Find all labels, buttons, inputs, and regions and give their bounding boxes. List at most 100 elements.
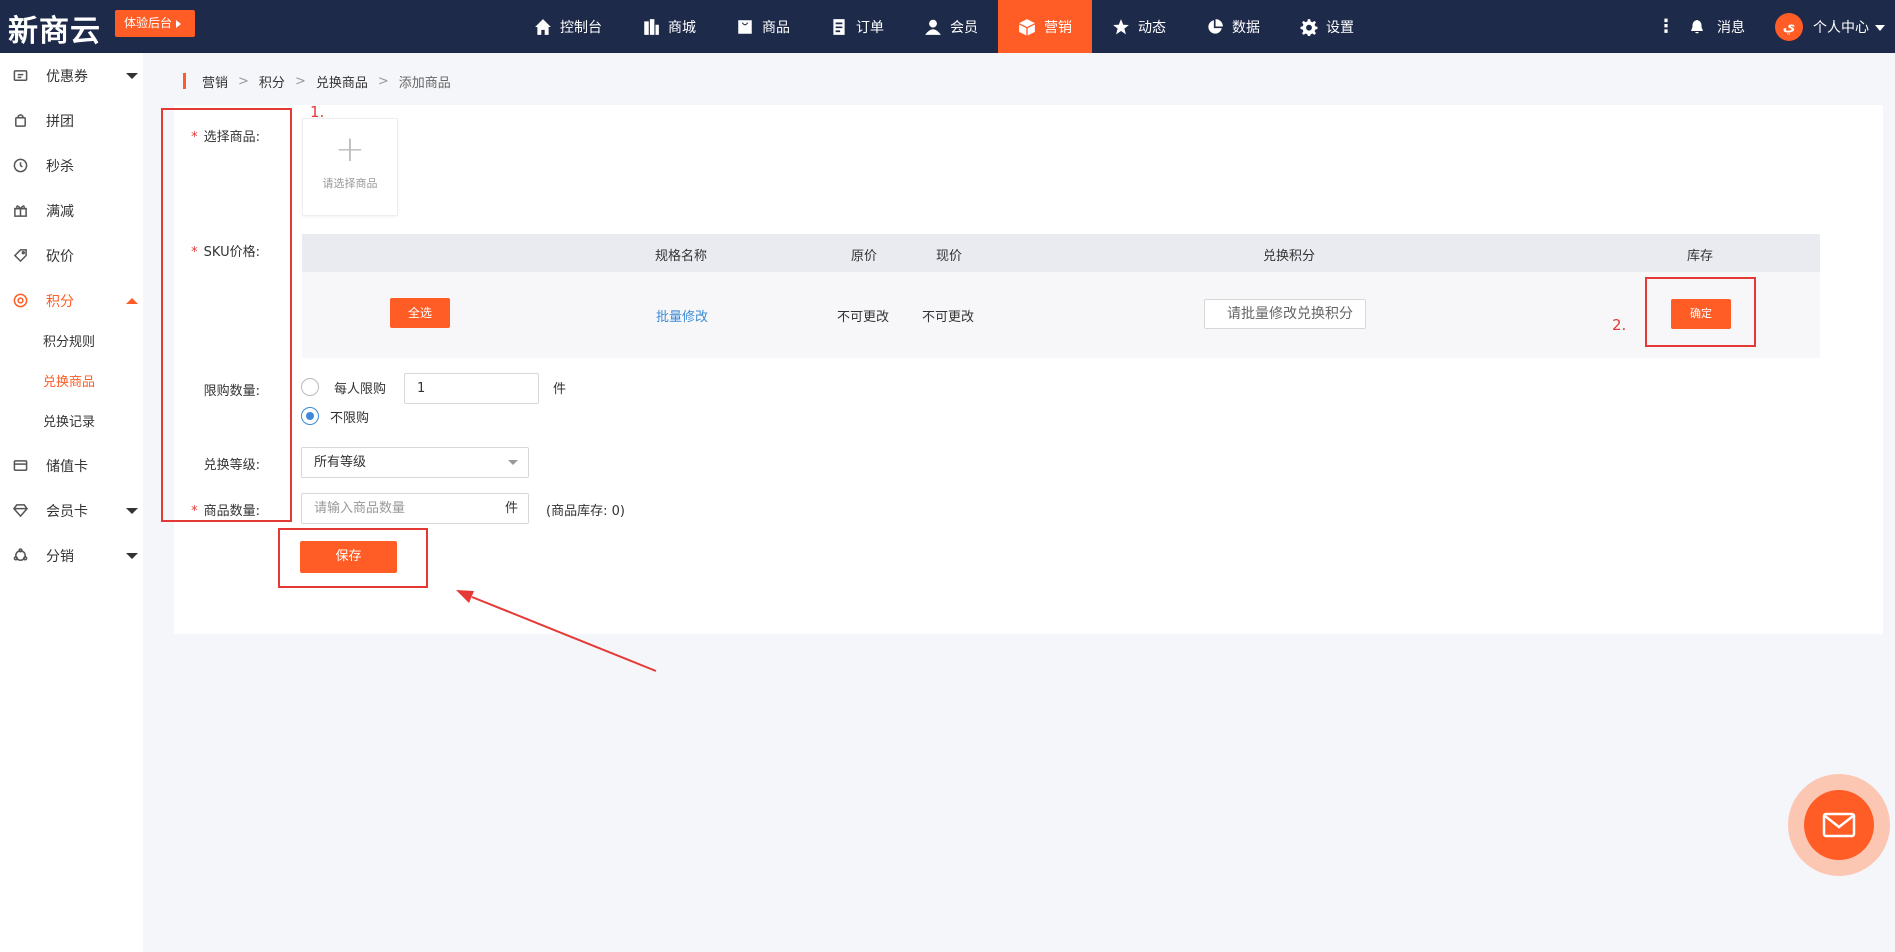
breadcrumb-current: 添加商品 — [398, 75, 451, 91]
floating-message-button[interactable] — [1788, 774, 1890, 876]
sidebar-item-bargain[interactable]: 砍价 — [0, 233, 143, 278]
coupon-icon — [13, 70, 28, 81]
limit-quantity-input[interactable]: 1 — [404, 373, 539, 404]
bargain-icon — [13, 249, 27, 263]
chevron-down-icon — [508, 460, 518, 465]
breadcrumb-exchange-goods[interactable]: 兑换商品 — [316, 72, 368, 91]
nav-data[interactable]: 数据 — [1186, 0, 1280, 53]
nav-marketing[interactable]: 营销 — [998, 0, 1092, 53]
pie-icon — [1208, 18, 1223, 34]
sidebar-item-label: 砍价 — [46, 248, 74, 265]
home-icon — [535, 18, 551, 35]
chevron-down-icon — [126, 553, 138, 559]
trial-backend-button[interactable]: 体验后台 — [115, 10, 195, 37]
nav-dashboard[interactable]: 控制台 — [514, 0, 622, 53]
select-all-button[interactable]: 全选 — [390, 298, 450, 328]
sidebar-item-points[interactable]: 积分 — [0, 278, 143, 323]
annotation-mark-1: 1. — [310, 103, 325, 121]
sidebar-item-label: 分销 — [46, 548, 74, 565]
nav-goods[interactable]: 商品 — [716, 0, 810, 53]
annotation-arrow — [456, 590, 657, 672]
current-price-value: 不可更改 — [922, 310, 975, 325]
sidebar-item-label: 会员卡 — [46, 503, 88, 520]
avatar[interactable]: ي — [1775, 12, 1803, 41]
main-nav: 控制台 商城 商品 订单 会员 营销 动态 数据 设置 — [514, 0, 1374, 53]
mail-icon — [1822, 812, 1856, 838]
store-icon — [644, 18, 659, 35]
batch-points-input[interactable]: 请批量修改兑换积分 — [1204, 299, 1366, 329]
top-navbar: 新商云 体验后台 控制台 商城 商品 订单 会员 营销 动态 数据 设置 ⋮ 消… — [0, 0, 1895, 53]
sidebar-subitem-exchange-goods[interactable]: 兑换商品 — [0, 363, 143, 403]
sidebar-item-flash-sale[interactable]: 秒杀 — [0, 143, 143, 188]
top-right-area: ⋮ 消息 ي 个人中心 — [1657, 0, 1885, 53]
select-goods-button[interactable]: + 请选择商品 — [302, 118, 398, 216]
nav-orders[interactable]: 订单 — [810, 0, 904, 53]
star-icon — [1113, 18, 1129, 34]
plus-icon: + — [334, 129, 366, 170]
sidebar-item-distribution[interactable]: 分销 — [0, 533, 143, 578]
column-header: 原价 — [851, 249, 878, 264]
column-header: 兑换积分 — [1263, 249, 1316, 264]
sidebar-item-label: 秒杀 — [46, 158, 74, 175]
chevron-down-icon — [126, 508, 138, 514]
messages-link[interactable]: 消息 — [1717, 17, 1745, 37]
user-center-label: 个人中心 — [1813, 19, 1869, 36]
points-icon — [13, 293, 28, 308]
annotation-box-confirm — [1645, 277, 1756, 347]
chevron-up-icon — [126, 298, 138, 304]
chevron-down-icon — [126, 73, 138, 79]
distribution-icon — [13, 548, 28, 561]
column-header: 规格名称 — [655, 249, 708, 264]
cube-icon — [1019, 18, 1035, 35]
nav-label: 营销 — [1044, 19, 1072, 36]
sidebar-item-stored-value-card[interactable]: 储值卡 — [0, 443, 143, 488]
flash-sale-icon — [13, 158, 28, 173]
goods-quantity-input[interactable]: 请输入商品数量 件 — [301, 493, 529, 524]
column-header: 库存 — [1687, 249, 1714, 264]
sku-table-header: 规格名称 原价 现价 兑换积分 库存 — [302, 234, 1820, 272]
more-icon[interactable]: ⋮ — [1657, 16, 1675, 37]
sidebar-item-coupons[interactable]: 优惠券 — [0, 53, 143, 98]
nav-label: 设置 — [1326, 19, 1354, 36]
breadcrumb-points[interactable]: 积分 — [259, 72, 285, 91]
sidebar-item-label: 拼团 — [46, 113, 74, 130]
sidebar-item-full-reduction[interactable]: 满减 — [0, 188, 143, 233]
order-icon — [833, 18, 845, 35]
sidebar-item-member-card[interactable]: 会员卡 — [0, 488, 143, 533]
breadcrumb-marketing[interactable]: 营销 — [202, 72, 228, 91]
nav-members[interactable]: 会员 — [904, 0, 998, 53]
annotation-box-save — [278, 528, 428, 588]
select-goods-placeholder: 请选择商品 — [322, 177, 378, 190]
breadcrumb-separator: > — [377, 73, 389, 89]
floating-message-inner — [1804, 790, 1874, 860]
nav-store[interactable]: 商城 — [622, 0, 716, 53]
exchange-level-select[interactable]: 所有等级 — [301, 447, 529, 478]
sidebar-item-label: 满减 — [46, 203, 74, 220]
breadcrumb-separator: > — [294, 73, 306, 89]
nav-settings[interactable]: 设置 — [1280, 0, 1374, 53]
exchange-level-value: 所有等级 — [314, 455, 367, 470]
nav-label: 订单 — [856, 19, 884, 36]
trial-backend-label: 体验后台 — [124, 16, 173, 30]
sku-table-row: 全选 批量修改 不可更改 不可更改 请批量修改兑换积分 确定 — [302, 272, 1820, 358]
no-limit-label: 不限购 — [330, 411, 370, 426]
breadcrumb-marker — [183, 73, 186, 89]
limit-per-person-radio[interactable] — [301, 378, 319, 396]
breadcrumb: 营销 > 积分 > 兑换商品 > 添加商品 — [183, 72, 451, 91]
no-limit-radio[interactable] — [301, 407, 319, 425]
bell-icon[interactable] — [1689, 19, 1705, 35]
app-logo[interactable]: 新商云 — [8, 6, 101, 50]
stock-note: (商品库存: 0) — [546, 504, 625, 519]
quantity-unit-label: 件 — [504, 501, 518, 516]
gear-icon — [1300, 18, 1318, 36]
gift-icon — [14, 205, 27, 217]
batch-edit-link[interactable]: 批量修改 — [656, 306, 708, 325]
nav-activity[interactable]: 动态 — [1092, 0, 1186, 53]
user-center-menu[interactable]: 个人中心 — [1813, 17, 1885, 37]
sidebar-subitem-points-rules[interactable]: 积分规则 — [0, 323, 143, 363]
sidebar: 优惠券 拼团 秒杀 满减 砍价 积分 积分规则 兑换商品 兑换记录 储值卡 会员… — [0, 53, 143, 952]
sidebar-subitem-exchange-records[interactable]: 兑换记录 — [0, 403, 143, 443]
goods-quantity-placeholder: 请输入商品数量 — [314, 501, 406, 516]
sidebar-item-group-buy[interactable]: 拼团 — [0, 98, 143, 143]
annotation-box-labels — [161, 108, 292, 522]
